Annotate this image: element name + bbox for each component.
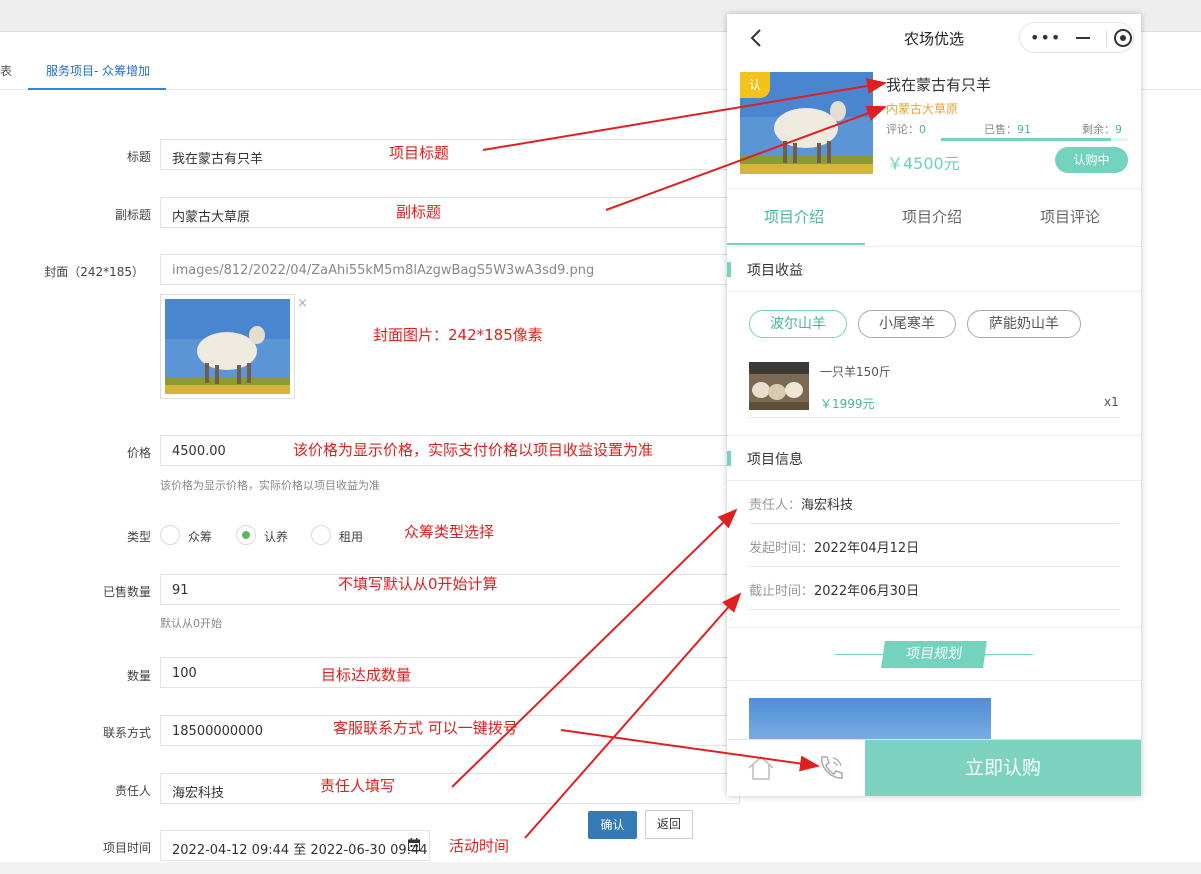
divider <box>727 435 1141 436</box>
divider <box>727 627 1141 628</box>
divider <box>727 291 1141 292</box>
quantity-label: 数量 <box>126 669 151 683</box>
annotation-price: 该价格为显示价格，实际支付价格以项目收益设置为准 <box>293 441 654 459</box>
owner-input[interactable]: 海宏科技 <box>160 773 740 804</box>
annotation-cover: 封面图片：242*185像素 <box>373 326 543 344</box>
cover-label: 封面（242*185） <box>44 265 144 279</box>
divider <box>749 417 1119 418</box>
close-target-icon[interactable] <box>1114 29 1132 47</box>
product-price: ￥4500元 <box>887 154 960 173</box>
phone-call-icon[interactable] <box>816 754 844 782</box>
plan-line-right <box>985 654 1033 655</box>
cover-path-input[interactable]: images/812/2022/04/ZaAhi55kM5m8lAzgwBagS… <box>160 254 740 285</box>
home-icon[interactable] <box>747 755 775 781</box>
minimize-icon[interactable] <box>1076 37 1090 39</box>
active-tab-underline <box>727 243 865 245</box>
plan-title: 项目规划 <box>881 641 987 668</box>
type-radio-rent[interactable] <box>311 525 331 545</box>
tab-add-crowdfunding[interactable]: 服务项目- 众筹增加 <box>46 62 150 79</box>
plan-line-left <box>835 654 883 655</box>
tab-project-intro[interactable]: 项目介绍 <box>764 206 824 227</box>
remove-cover-icon[interactable]: × <box>297 296 308 311</box>
annotation-subtitle: 副标题 <box>396 203 442 221</box>
sales-progress-bar <box>941 138 1128 141</box>
menu-capsule: ••• <box>1019 22 1134 53</box>
tab-project-intro-2[interactable]: 项目介绍 <box>902 206 962 227</box>
cover-thumbnail[interactable] <box>160 294 295 399</box>
annotation-time: 活动时间 <box>449 837 510 855</box>
item-name: 一只羊150斤 <box>820 365 891 379</box>
chip-saanen-goat[interactable]: 萨能奶山羊 <box>967 310 1081 338</box>
time-label: 项目时间 <box>102 841 151 855</box>
info-start-time: 发起时间：2022年04月12日 <box>749 541 920 556</box>
section-marker <box>727 451 731 466</box>
type-option-crowdfunding: 众筹 <box>188 530 213 544</box>
back-button[interactable]: 返回 <box>645 810 693 839</box>
divider <box>727 188 1141 189</box>
section-info-title: 项目信息 <box>747 452 803 468</box>
title-input[interactable]: 我在蒙古有只羊 <box>160 139 740 170</box>
annotation-sold: 不填写默认从0开始计算 <box>338 575 498 593</box>
owner-label: 责任人 <box>114 784 151 798</box>
item-price: ￥1999元 <box>820 397 875 411</box>
info-owner: 责任人：海宏科技 <box>749 498 854 513</box>
quantity-input[interactable]: 100 <box>160 657 740 688</box>
product-title: 我在蒙古有只羊 <box>886 76 992 94</box>
time-range-input[interactable]: 2022-04-12 09:44 至 2022-06-30 09:44 <box>160 830 430 861</box>
subtitle-input[interactable]: 内蒙古大草原 <box>160 197 740 228</box>
price-label: 价格 <box>126 446 151 460</box>
contact-label: 联系方式 <box>102 726 151 740</box>
reviews-stat: 评论：0 <box>886 123 926 136</box>
info-end-time: 截止时间：2022年06月30日 <box>749 584 920 599</box>
annotation-title: 项目标题 <box>389 144 450 162</box>
sold-hint: 默认从0开始 <box>160 617 222 630</box>
more-dots-icon[interactable]: ••• <box>1030 30 1061 46</box>
divider <box>749 566 1119 567</box>
phone-preview: 农场优选 ••• 认 我在蒙古有只羊 内蒙古大草原 评论：0 已售：91 剩余：… <box>727 14 1141 796</box>
bottom-action-bar: 立即认购 <box>727 739 1141 796</box>
divider <box>727 480 1141 481</box>
divider <box>749 609 1119 610</box>
price-hint: 该价格为显示价格，实际价格以项目收益为准 <box>160 479 380 492</box>
subtitle-label: 副标题 <box>114 208 151 222</box>
product-subtitle: 内蒙古大草原 <box>886 102 959 116</box>
chip-boer-goat[interactable]: 波尔山羊 <box>749 310 847 338</box>
item-quantity: x1 <box>1104 395 1119 409</box>
tab-list[interactable]: 表 <box>0 62 12 79</box>
adopt-badge: 认 <box>740 72 770 98</box>
capsule-divider <box>1106 30 1107 47</box>
type-radio-adopt[interactable] <box>236 525 256 545</box>
divider <box>727 680 1141 681</box>
tab-active-underline <box>28 88 166 90</box>
section-income-title: 项目收益 <box>747 263 803 279</box>
bottom-strip <box>0 862 1201 874</box>
buy-now-button[interactable]: 立即认购 <box>865 740 1141 796</box>
annotation-type: 众筹类型选择 <box>404 523 495 541</box>
divider <box>749 523 1119 524</box>
sheep-image <box>165 299 290 394</box>
annotation-quantity: 目标达成数量 <box>321 666 412 684</box>
section-marker <box>727 262 731 277</box>
status-badge: 认购中 <box>1055 147 1128 173</box>
item-image <box>749 362 809 410</box>
divider <box>727 246 1141 247</box>
sold-label: 已售数量 <box>102 585 151 599</box>
tab-project-reviews[interactable]: 项目评论 <box>1040 206 1100 227</box>
remaining-stat: 剩余：9 <box>1082 123 1122 136</box>
sheep-flock-image <box>749 362 809 410</box>
calendar-icon[interactable] <box>408 838 420 851</box>
annotation-owner: 责任人填写 <box>320 777 396 795</box>
type-option-adopt: 认养 <box>264 530 289 544</box>
annotation-contact: 客服联系方式 可以一键拨号 <box>333 719 518 737</box>
sold-stat: 已售：91 <box>984 123 1031 136</box>
type-label: 类型 <box>126 530 151 544</box>
chip-small-tail-sheep[interactable]: 小尾寒羊 <box>858 310 956 338</box>
title-label: 标题 <box>126 150 151 164</box>
type-radio-crowdfunding[interactable] <box>160 525 180 545</box>
confirm-button[interactable]: 确认 <box>588 811 637 839</box>
type-option-rent: 租用 <box>339 530 364 544</box>
